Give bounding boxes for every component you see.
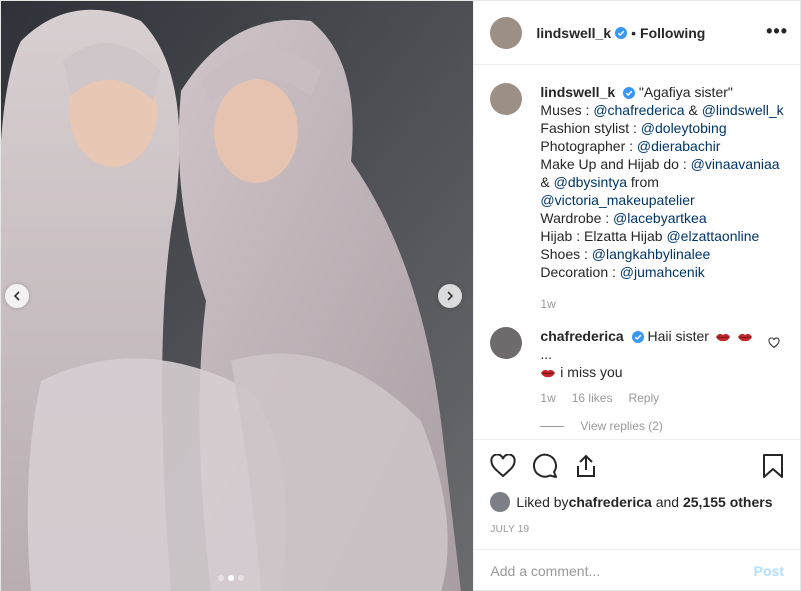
lips-emoji-icon bbox=[737, 334, 752, 342]
caption-line: from bbox=[627, 174, 659, 190]
add-comment-bar: Post bbox=[474, 549, 800, 591]
carousel-dot-active bbox=[228, 575, 234, 581]
comment-ellipsis[interactable]: ... bbox=[540, 346, 552, 362]
caption-line: Fashion stylist : bbox=[540, 120, 641, 136]
carousel-dot bbox=[218, 575, 224, 581]
author-username[interactable]: lindswell_k bbox=[536, 25, 611, 41]
caption-line: Muses : bbox=[540, 102, 594, 118]
author-avatar[interactable] bbox=[490, 16, 523, 49]
view-replies-label: View replies (2) bbox=[580, 419, 663, 433]
post-side-panel: lindswell_k • Following ••• lindswell_k … bbox=[473, 1, 800, 591]
mention-link[interactable]: @jumahcenik bbox=[620, 264, 705, 280]
comment-line: Haii sister bbox=[647, 328, 709, 344]
comment-meta: 1w 16 likes Reply bbox=[540, 391, 784, 405]
divider-line bbox=[540, 425, 565, 427]
chevron-right-icon bbox=[447, 291, 454, 301]
commenter-username[interactable]: chafrederica bbox=[540, 328, 623, 344]
caption-line: Decoration : bbox=[540, 264, 620, 280]
comments-section: lindswell_k "Agafiya sister" Muses : @ch… bbox=[474, 65, 800, 439]
chevron-left-icon bbox=[13, 291, 20, 301]
caption-title: "Agafiya sister" bbox=[638, 84, 733, 100]
comment-likes[interactable]: 16 likes bbox=[572, 391, 613, 405]
mention-link[interactable]: @chafrederica bbox=[593, 102, 684, 118]
commenter-avatar[interactable] bbox=[490, 327, 523, 359]
share-icon[interactable] bbox=[574, 453, 598, 479]
mention-link[interactable]: @dierabachir bbox=[637, 138, 720, 154]
view-replies-button[interactable]: View replies (2) bbox=[540, 419, 784, 433]
caption-line: & bbox=[684, 102, 702, 118]
comment-timestamp[interactable]: 1w bbox=[540, 391, 555, 405]
heart-icon[interactable] bbox=[490, 454, 517, 478]
mention-link[interactable]: @victoria_makeupatelier bbox=[540, 192, 694, 208]
verified-icon bbox=[631, 331, 644, 344]
liked-by-user[interactable]: chafrederica bbox=[569, 494, 652, 510]
verified-icon bbox=[623, 87, 635, 100]
lips-emoji-icon bbox=[541, 370, 556, 378]
liker-avatar[interactable] bbox=[490, 492, 511, 512]
mention-link[interactable]: @lindswell_k bbox=[702, 102, 784, 118]
verified-icon bbox=[615, 26, 628, 39]
lips-emoji-icon bbox=[715, 334, 730, 342]
caption-line: Wardrobe : bbox=[540, 210, 614, 226]
caption-row: lindswell_k "Agafiya sister" Muses : @ch… bbox=[490, 83, 784, 313]
mention-link[interactable]: @dbysintya bbox=[554, 174, 627, 190]
post-date[interactable]: JULY 19 bbox=[490, 524, 784, 535]
liked-by-count[interactable]: 25,155 others bbox=[683, 494, 773, 510]
action-icons bbox=[490, 450, 784, 482]
caption-text: lindswell_k "Agafiya sister" Muses : @ch… bbox=[540, 83, 784, 313]
caption-username[interactable]: lindswell_k bbox=[540, 84, 615, 100]
reply-button[interactable]: Reply bbox=[628, 391, 659, 405]
carousel-dot bbox=[238, 575, 244, 581]
comment-text: chafrederica Haii sister ... i miss you bbox=[540, 327, 760, 381]
caption-line: Shoes : bbox=[540, 246, 592, 262]
comment-icon[interactable] bbox=[532, 453, 558, 479]
more-icon[interactable]: ••• bbox=[766, 21, 788, 42]
action-bar: Liked by chafrederica and 25,155 others … bbox=[474, 439, 800, 535]
comment-row: chafrederica Haii sister ... i miss you bbox=[490, 327, 784, 381]
mention-link[interactable]: @lacebyartkea bbox=[613, 210, 707, 226]
mention-link[interactable]: @elzattaonline bbox=[666, 228, 759, 244]
likes-summary: Liked by chafrederica and 25,155 others bbox=[490, 492, 784, 512]
post-header: lindswell_k • Following ••• bbox=[474, 1, 800, 65]
liked-by-and: and bbox=[651, 494, 683, 510]
caption-line: Hijab : Elzatta Hijab bbox=[540, 228, 667, 244]
post-photo[interactable] bbox=[1, 1, 474, 591]
caption-line: Make Up and Hijab do : bbox=[540, 156, 691, 172]
carousel-indicator bbox=[218, 575, 244, 581]
separator-bullet: • bbox=[631, 24, 637, 41]
photo-illustration bbox=[1, 1, 474, 591]
caption-timestamp[interactable]: 1w bbox=[540, 295, 784, 313]
caption-line: & bbox=[540, 174, 554, 190]
like-comment-heart-icon[interactable] bbox=[768, 337, 780, 349]
liked-by-prefix: Liked by bbox=[516, 494, 569, 510]
comment-line: i miss you bbox=[560, 364, 623, 380]
mention-link[interactable]: @langkahbylinalee bbox=[592, 246, 711, 262]
author-avatar[interactable] bbox=[490, 83, 523, 115]
carousel-next-button[interactable] bbox=[438, 284, 462, 308]
mention-link[interactable]: @doleytobing bbox=[641, 120, 727, 136]
caption-line: Photographer : bbox=[540, 138, 637, 154]
mention-link[interactable]: @vinaavaniaa bbox=[691, 156, 780, 172]
carousel-prev-button[interactable] bbox=[5, 284, 29, 308]
add-comment-input[interactable] bbox=[490, 563, 754, 579]
post-comment-button[interactable]: Post bbox=[754, 563, 784, 579]
post-dialog: lindswell_k • Following ••• lindswell_k … bbox=[0, 0, 801, 591]
following-button[interactable]: Following bbox=[640, 25, 705, 41]
bookmark-icon[interactable] bbox=[762, 453, 784, 479]
